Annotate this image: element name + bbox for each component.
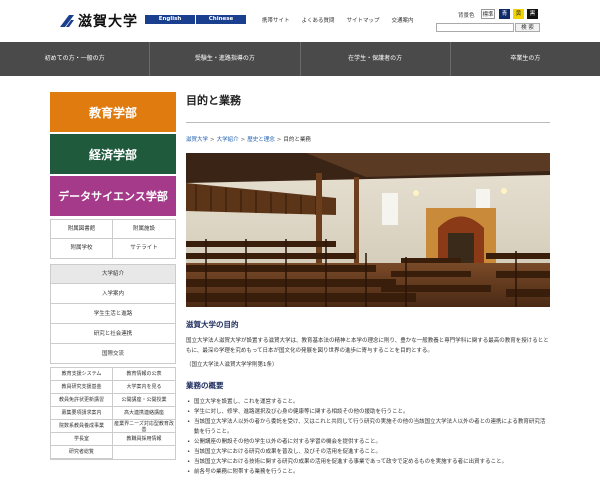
bg-blue-button[interactable]: 青 xyxy=(499,9,510,19)
breadcrumb-separator-icon: > xyxy=(240,137,246,143)
menu-item-admission[interactable]: 入学案内 xyxy=(51,283,175,303)
list-item: 当該国立大学における技術に関する研究の成果の活用を促進する事業であって政令で定め… xyxy=(186,457,550,467)
quick-link[interactable]: 教職員採用情報 xyxy=(113,433,175,446)
list-item: 公開講座の開設その他の学生以外の者に対する学習の機会を提供すること。 xyxy=(186,437,550,447)
access-link[interactable]: 交通案内 xyxy=(392,16,414,24)
bg-yellow-button[interactable]: 黄 xyxy=(513,9,524,19)
quick-link[interactable]: 院数系教員養成事業 xyxy=(51,420,113,433)
list-item: 国立大学を設置し、これを運営すること。 xyxy=(186,397,550,407)
purpose-note: （国立大学法人滋賀大学学則第1条） xyxy=(186,362,278,368)
breadcrumb-separator-icon: > xyxy=(210,137,215,143)
menu-item-student-life[interactable]: 学生生活と進路 xyxy=(51,303,175,323)
quick-link[interactable]: 教員研究支援基金 xyxy=(51,381,113,394)
section-menu: 大学紹介 入学案内 学生生活と進路 研究と社会連携 国際交流 xyxy=(50,264,176,364)
bg-standard-button[interactable]: 標準 xyxy=(481,9,495,19)
logo-text: 滋賀大学 xyxy=(78,14,138,30)
university-emblem-icon xyxy=(60,15,74,27)
quick-link[interactable]: 学長室 xyxy=(51,433,113,446)
quick-link[interactable]: 教育情報の公表 xyxy=(113,368,175,381)
section-menu-head[interactable]: 大学紹介 xyxy=(51,265,175,283)
library-link[interactable]: 附属図書館 xyxy=(51,220,113,239)
quick-links: 教育支援システム 教育情報の公表 教員研究支援基金 大学案内を見る 教員免許状更… xyxy=(50,367,176,460)
site-header: 滋賀大学 English Chinese 携帯サイト よくある質問 サイトマップ… xyxy=(0,0,600,42)
menu-item-research[interactable]: 研究と社会連携 xyxy=(51,323,175,343)
mobile-site-link[interactable]: 携帯サイト xyxy=(262,16,290,24)
quick-link[interactable]: 高大連携連絡講座 xyxy=(113,407,175,420)
title-divider xyxy=(186,122,550,123)
breadcrumb-link[interactable]: 歴史と理念 xyxy=(247,137,275,143)
facilities-grid: 附属図書館 附属施設 附属学校 サテライト xyxy=(50,219,176,259)
overview-list: 国立大学を設置し、これを運営すること。 学生に対し、修学、進路選択及び心身の健康… xyxy=(186,397,550,477)
chinese-button[interactable]: Chinese xyxy=(196,15,246,24)
quick-link[interactable]: 教育支援システム xyxy=(51,368,113,381)
english-button[interactable]: English xyxy=(145,15,195,24)
breadcrumb: 滋賀大学 > 大学紹介 > 歴史と理念 > 目的と業務 xyxy=(186,135,550,143)
purpose-text: 国立大学法人滋賀大学が設置する滋賀大学は、教育基本法の精神と本学の理念に則り、豊… xyxy=(186,338,549,354)
top-links: 携帯サイト よくある質問 サイトマップ 交通案内 xyxy=(262,16,426,24)
nav-alumni[interactable]: 卒業生の方 xyxy=(451,42,600,76)
faculty-education-banner[interactable]: 教育学部 xyxy=(50,92,176,132)
search-input[interactable] xyxy=(436,23,514,32)
quick-link[interactable]: 公開講座・公開授業 xyxy=(113,394,175,407)
quick-link[interactable]: 産業界ニーズ対応型教育改善 xyxy=(113,420,175,433)
section-purpose-title: 滋賀大学の目的 xyxy=(186,320,239,329)
list-item: 当該国立大学における研究の成果を普及し、及びその活用を促進すること。 xyxy=(186,447,550,457)
quick-link[interactable]: 研究者総覧 xyxy=(51,446,113,459)
section-overview-title: 業務の概要 xyxy=(186,381,224,390)
auditorium-photo xyxy=(186,153,550,307)
sidebar: 教育学部 経済学部 データサイエンス学部 附属図書館 附属施設 附属学校 サテラ… xyxy=(50,92,176,460)
breadcrumb-link[interactable]: 大学紹介 xyxy=(217,137,239,143)
main-content: 目的と業務 滋賀大学 > 大学紹介 > 歴史と理念 > 目的と業務 滋賀大学の目… xyxy=(186,92,550,477)
breadcrumb-link[interactable]: 滋賀大学 xyxy=(186,137,208,143)
nav-applicants[interactable]: 受験生・進路指導の方 xyxy=(150,42,301,76)
satellite-link[interactable]: サテライト xyxy=(113,239,175,258)
quick-link[interactable]: 募集要項請求案内 xyxy=(51,407,113,420)
global-nav: 初めての方・一般の方 受験生・進路指導の方 在学生・保護者の方 卒業生の方 xyxy=(0,42,600,76)
quick-link[interactable]: 教員免許状更新講習 xyxy=(51,394,113,407)
search-button[interactable]: 検 索 xyxy=(515,23,540,32)
nav-general[interactable]: 初めての方・一般の方 xyxy=(0,42,151,76)
list-item: 前各号の業務に附帯する業務を行うこと。 xyxy=(186,467,550,477)
sitemap-link[interactable]: サイトマップ xyxy=(347,16,380,24)
faculty-data-science-banner[interactable]: データサイエンス学部 xyxy=(50,176,176,216)
schools-link[interactable]: 附属学校 xyxy=(51,239,113,258)
breadcrumb-separator-icon: > xyxy=(276,137,282,143)
facilities-link[interactable]: 附属施設 xyxy=(113,220,175,239)
bg-black-button[interactable]: 黒 xyxy=(527,9,538,19)
faculty-economics-banner[interactable]: 経済学部 xyxy=(50,134,176,174)
menu-item-international[interactable]: 国際交流 xyxy=(51,343,175,363)
site-logo[interactable]: 滋賀大学 xyxy=(60,11,138,31)
list-item: 学生に対し、修学、進路選択及び心身の健康等に関する相談その他の援助を行うこと。 xyxy=(186,407,550,417)
list-item: 当該国立大学法人以外の者から委託を受け、又はこれと共同して行う研究の実施その他の… xyxy=(186,417,550,437)
bg-color-label: 背景色 xyxy=(458,13,475,19)
page-title: 目的と業務 xyxy=(186,94,241,107)
breadcrumb-current: 目的と業務 xyxy=(283,137,311,143)
quick-link[interactable]: 大学案内を見る xyxy=(113,381,175,394)
nav-students[interactable]: 在学生・保護者の方 xyxy=(301,42,451,76)
faq-link[interactable]: よくある質問 xyxy=(302,16,335,24)
